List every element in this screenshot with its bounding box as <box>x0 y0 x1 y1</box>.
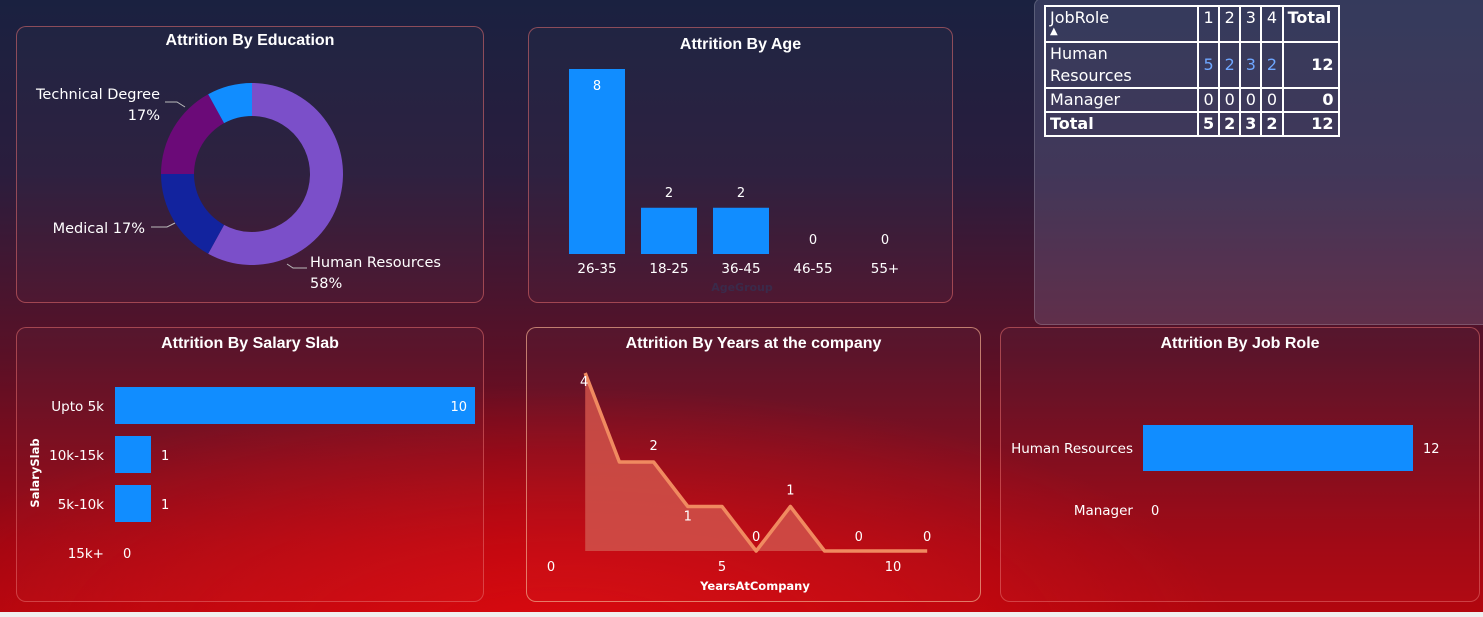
years-data-label: 1 <box>786 484 794 499</box>
years-data-label: 0 <box>752 530 760 545</box>
salary-data-label: 1 <box>161 498 169 513</box>
matrix-header-total: Total <box>1281 5 1340 43</box>
age-data-label: 0 <box>881 233 889 248</box>
matrix-cell[interactable]: 5 <box>1196 41 1221 89</box>
matrix-cell: 0 <box>1196 87 1221 113</box>
matrix-header-col: 1 <box>1196 5 1221 43</box>
jobrole-data-label: 12 <box>1423 442 1440 457</box>
age-data-label: 2 <box>737 186 745 201</box>
matrix-header-col: 4 <box>1260 5 1284 43</box>
age-axis-title: AgeGroup <box>711 281 773 294</box>
jobrole-bar-chart: Human Resources 12 Manager 0 <box>1011 425 1440 519</box>
matrix-cell: 0 <box>1218 87 1242 113</box>
matrix-cell: 0 <box>1260 87 1284 113</box>
salary-bar <box>115 485 151 522</box>
salary-data-label: 10 <box>450 400 467 415</box>
years-area-chart: 421010 00 5 10YearsAtCompany <box>547 372 931 593</box>
salary-data-label: 1 <box>161 449 169 464</box>
donut-label: Medical 17% <box>53 221 145 237</box>
salary-tick-label: Upto 5k <box>51 399 104 415</box>
donut-label-percent: 17% <box>128 108 160 124</box>
years-panel: Attrition By Years at the company 421010… <box>526 327 981 602</box>
matrix-total-cell: 5 <box>1196 111 1221 137</box>
salary-tick-label: 5k-10k <box>58 497 104 513</box>
salary-tick-label: 10k-15k <box>49 448 104 464</box>
matrix-row-label[interactable]: Manager <box>1044 87 1199 113</box>
bottom-strip <box>0 612 1483 617</box>
matrix-header-col: 2 <box>1218 5 1242 43</box>
salary-bar <box>115 436 151 473</box>
salary-bar <box>115 387 475 424</box>
donut-leader-line <box>286 263 307 269</box>
matrix-total-cell: 3 <box>1239 111 1263 137</box>
sort-ascending-icon[interactable]: ▲ <box>1050 27 1193 37</box>
age-panel: Attrition By Age 8 26-35 2 18-25 2 36-45 0 46-5… <box>528 27 953 303</box>
age-tick-label: 18-25 <box>649 261 688 277</box>
jobrole-tick-label: Manager <box>1074 503 1134 519</box>
matrix-cell[interactable]: 2 <box>1260 41 1284 89</box>
donut-leader-line <box>151 222 176 228</box>
matrix-total-label: Total <box>1044 111 1199 137</box>
education-panel: Attrition By Education Human Resources 58… <box>16 26 484 303</box>
matrix-row-total: 12 <box>1281 41 1340 89</box>
matrix-cell[interactable]: 2 <box>1218 41 1242 89</box>
donut-slice <box>161 94 225 174</box>
years-tick-label: 0 <box>547 560 555 575</box>
salary-axis-title: SalarySlab <box>28 438 42 507</box>
years-tick-label: 5 <box>718 560 726 575</box>
donut-label-name: Human Resources <box>310 255 441 271</box>
age-data-label: 0 <box>809 233 817 248</box>
salary-data-label: 0 <box>123 547 131 562</box>
age-tick-label: 55+ <box>871 261 900 277</box>
donut-leader-line <box>165 101 186 108</box>
years-data-label: 4 <box>580 375 588 390</box>
matrix-header-jobrole[interactable]: JobRole ▲ <box>1044 5 1199 43</box>
matrix-row-total: 0 <box>1281 87 1340 113</box>
matrix-total-cell: 2 <box>1218 111 1242 137</box>
matrix-header-jobrole-label: JobRole <box>1050 8 1110 27</box>
age-bar <box>569 69 625 254</box>
salary-tick-label: 15k+ <box>68 546 104 562</box>
matrix-total-cell: 2 <box>1260 111 1284 137</box>
age-bar-chart: 8 26-35 2 18-25 2 36-45 0 46-55 0 55+ AgeGroup <box>569 69 900 294</box>
years-axis-title: YearsAtCompany <box>699 579 810 593</box>
jobrole-panel: Attrition By Job Role Human Resources 12 M… <box>1000 327 1480 602</box>
jobrole-tick-label: Human Resources <box>1011 441 1133 457</box>
salary-panel: Attrition By Salary Slab Upto 5k 10 10k-15… <box>16 327 484 602</box>
years-data-label: 0 <box>855 530 863 545</box>
age-tick-label: 26-35 <box>577 261 616 277</box>
donut-label-percent: 58% <box>310 276 342 292</box>
matrix-row-label[interactable]: Human Resources <box>1044 41 1199 89</box>
donut-label-name: Technical Degree <box>35 87 160 103</box>
years-tick-label: 10 <box>885 560 902 575</box>
jobrole-bar <box>1143 425 1413 471</box>
jobrole-data-label: 0 <box>1151 504 1159 519</box>
age-tick-label: 46-55 <box>793 261 832 277</box>
years-data-label: 0 <box>923 530 931 545</box>
matrix-header-row: JobRole ▲ 1 2 3 4 Total <box>1044 5 1340 43</box>
age-data-label: 8 <box>593 79 601 94</box>
matrix-header-col: 3 <box>1239 5 1263 43</box>
education-donut-chart: Human Resources 58% Medical 17% Technical D… <box>35 83 441 292</box>
salary-bar-chart: Upto 5k 10 10k-15k 1 5k-10k 1 15k+ 0 SalarySlab <box>28 387 475 562</box>
years-data-label: 1 <box>684 510 692 525</box>
matrix-total-row: Total 5 2 3 2 12 <box>1044 111 1340 137</box>
jobrole-matrix: JobRole ▲ 1 2 3 4 Total Human Resources … <box>1044 5 1340 137</box>
matrix-grand-total: 12 <box>1281 111 1340 137</box>
matrix-row: Human Resources 5 2 3 2 12 <box>1044 41 1340 89</box>
age-tick-label: 36-45 <box>721 261 760 277</box>
donut-slice <box>161 174 225 254</box>
matrix-cell[interactable]: 3 <box>1239 41 1263 89</box>
age-data-label: 2 <box>665 186 673 201</box>
age-bar <box>713 207 769 254</box>
age-bar <box>641 207 697 254</box>
matrix-cell: 0 <box>1239 87 1263 113</box>
years-data-label: 2 <box>649 439 657 454</box>
matrix-row: Manager 0 0 0 0 0 <box>1044 87 1340 113</box>
